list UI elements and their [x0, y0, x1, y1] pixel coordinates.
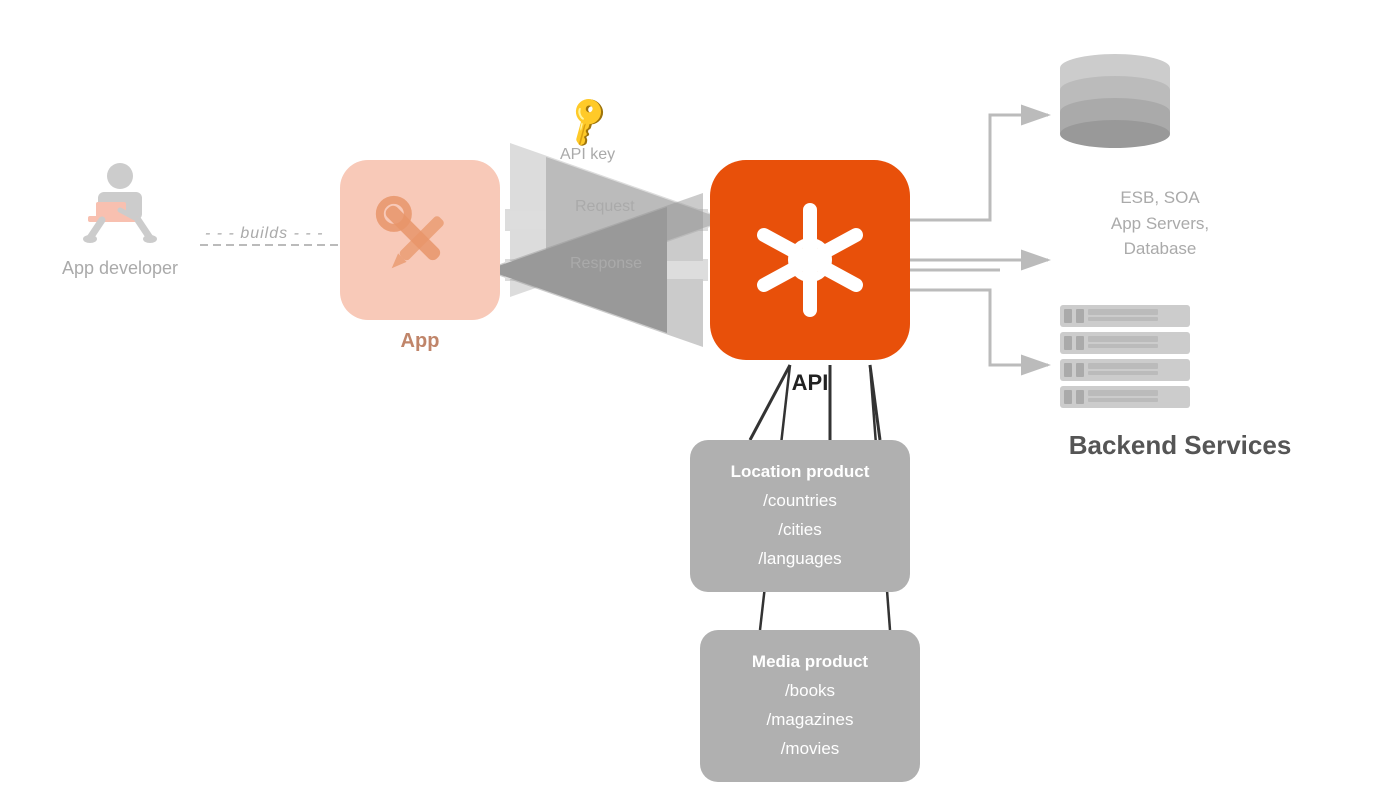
app-developer-section: App developer — [40, 160, 200, 279]
key-icon: 🔑 — [558, 92, 618, 151]
media-product-box: Media product /books /magazines /movies — [700, 630, 920, 782]
api-hub-icon — [740, 190, 880, 330]
media-line-3: /magazines — [710, 706, 910, 735]
server-icon — [1050, 300, 1200, 410]
media-line-4: /movies — [710, 735, 910, 764]
main-canvas: App developer - - - builds - - - App 🔑 A… — [0, 0, 1382, 810]
backend-services-label: Backend Services — [1040, 430, 1320, 461]
app-developer-label: App developer — [62, 258, 178, 279]
location-line-3: /cities — [700, 516, 900, 545]
builds-label: - - - builds - - - — [205, 225, 323, 243]
response-label: Response — [570, 255, 642, 273]
location-product-box: Location product /countries /cities /lan… — [690, 440, 910, 592]
person-icon — [80, 160, 160, 250]
location-line-2: /countries — [700, 487, 900, 516]
api-hub-box — [710, 160, 910, 360]
media-line-1: Media product — [710, 648, 910, 677]
api-hub-label: API — [710, 370, 910, 396]
media-line-2: /books — [710, 677, 910, 706]
app-label: App — [340, 330, 500, 353]
esb-label: ESB, SOA App Servers, Database — [1060, 185, 1260, 262]
request-label: Request — [575, 198, 635, 216]
location-line-1: Location product — [700, 458, 900, 487]
app-box — [340, 160, 500, 320]
api-key-label: API key — [560, 146, 615, 164]
location-line-4: /languages — [700, 545, 900, 574]
tools-icon — [365, 185, 475, 295]
api-key-section: 🔑 API key — [560, 100, 615, 164]
database-icon — [1050, 50, 1180, 150]
